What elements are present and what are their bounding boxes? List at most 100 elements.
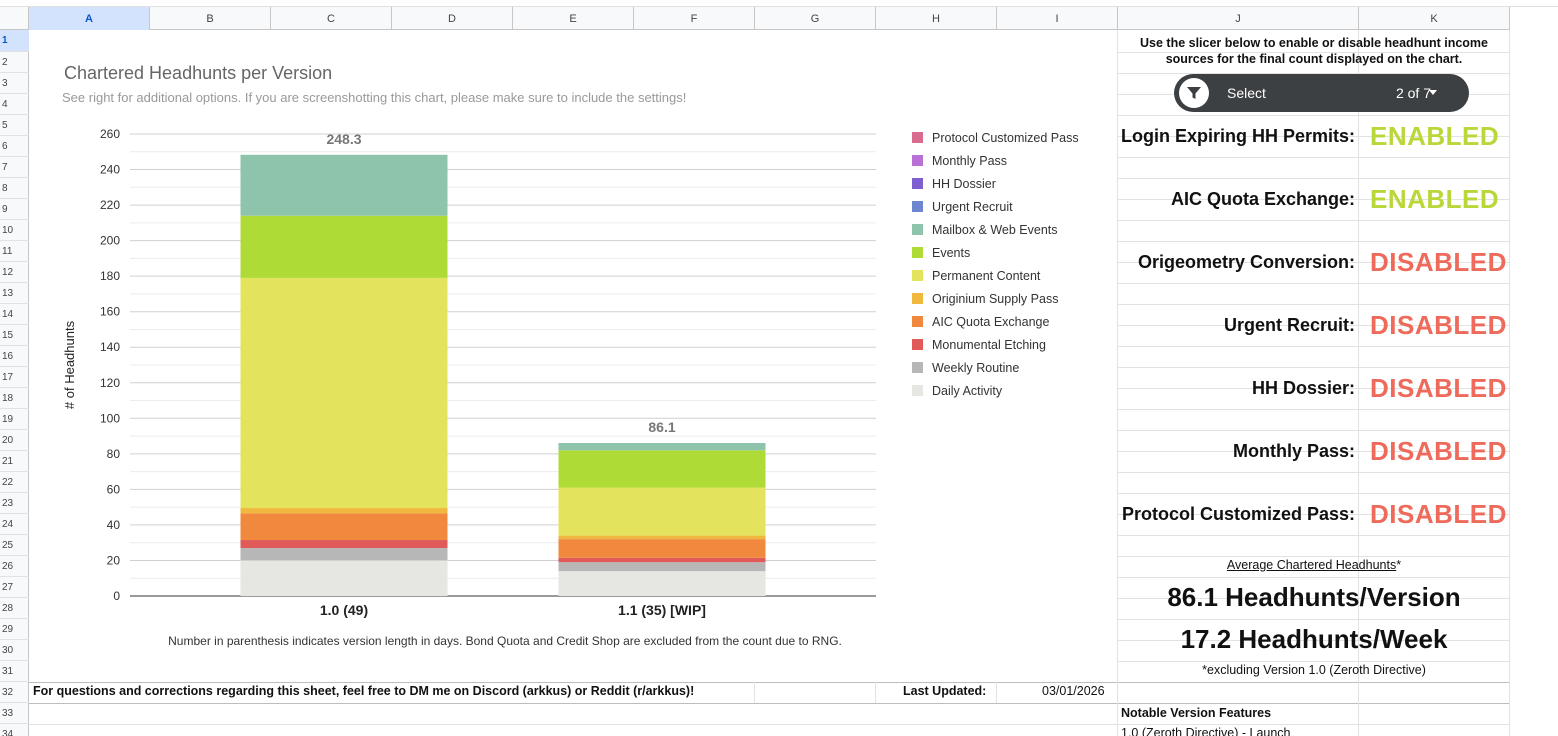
legend-item[interactable]: Monthly Pass [912, 149, 1079, 172]
row-header-16[interactable]: 16 [0, 346, 29, 367]
row-header-3[interactable]: 3 [0, 73, 29, 94]
legend-item[interactable]: Permanent Content [912, 264, 1079, 287]
average-title-text: Average Chartered Headhunts [1226, 558, 1397, 572]
column-header-g[interactable]: G [755, 7, 876, 30]
row-header-25[interactable]: 25 [0, 535, 29, 556]
column-header-j[interactable]: J [1118, 7, 1359, 30]
legend-swatch [912, 155, 923, 166]
row-header-18[interactable]: 18 [0, 388, 29, 409]
legend-item[interactable]: Weekly Routine [912, 356, 1079, 379]
legend-label: Daily Activity [932, 383, 1003, 398]
legend-item[interactable]: Daily Activity [912, 379, 1079, 402]
last-updated-label: Last Updated: [903, 684, 987, 698]
chart-container[interactable]: Chartered Headhunts per Version See righ… [30, 31, 1117, 681]
row-header-11[interactable]: 11 [0, 241, 29, 262]
column-header-h[interactable]: H [876, 7, 997, 30]
legend-swatch [912, 201, 923, 212]
y-axis-label: # of Headhunts [62, 320, 77, 409]
column-header-a[interactable]: A [29, 7, 150, 30]
column-header-e[interactable]: E [513, 7, 634, 30]
legend-label: Monthly Pass [932, 153, 1008, 168]
legend-item[interactable]: AIC Quota Exchange [912, 310, 1079, 333]
row-gridline [1118, 304, 1510, 305]
row-header-23[interactable]: 23 [0, 493, 29, 514]
row-header-22[interactable]: 22 [0, 472, 29, 493]
last-updated-value[interactable]: 03/01/2026 [1042, 684, 1105, 698]
legend-swatch [912, 247, 923, 258]
chevron-down-icon[interactable] [1429, 90, 1437, 95]
column-header-d[interactable]: D [392, 7, 513, 30]
bar-segment [240, 560, 448, 596]
status-row: Origeometry Conversion: DISABLED [1118, 244, 1510, 284]
y-tick-label: 80 [107, 447, 121, 461]
status-value: ENABLED [1370, 121, 1500, 151]
row-header-1[interactable]: 1 [0, 30, 29, 52]
legend-label: Mailbox & Web Events [932, 222, 1058, 237]
legend-item[interactable]: Mailbox & Web Events [912, 218, 1079, 241]
bar-segment [558, 539, 766, 558]
row-header-31[interactable]: 31 [0, 661, 29, 682]
y-tick-label: 140 [100, 340, 120, 354]
row-header-12[interactable]: 12 [0, 262, 29, 283]
column-gridline [754, 682, 755, 703]
row-header-17[interactable]: 17 [0, 367, 29, 388]
row-header-27[interactable]: 27 [0, 577, 29, 598]
legend-item[interactable]: Originium Supply Pass [912, 287, 1079, 310]
legend-label: Events [932, 245, 971, 260]
row-header-32[interactable]: 32 [0, 682, 29, 703]
legend-label: AIC Quota Exchange [932, 314, 1050, 329]
row-header-19[interactable]: 19 [0, 409, 29, 430]
row-header-21[interactable]: 21 [0, 451, 29, 472]
row-header-5[interactable]: 5 [0, 115, 29, 136]
column-header-c[interactable]: C [271, 7, 392, 30]
bar-total-label: 86.1 [648, 419, 675, 435]
column-header-f[interactable]: F [634, 7, 755, 30]
column-header-i[interactable]: I [997, 7, 1118, 30]
row-gridline [1118, 367, 1510, 368]
row-gridline [1118, 619, 1510, 620]
row-header-24[interactable]: 24 [0, 514, 29, 535]
status-row: HH Dossier: DISABLED [1118, 370, 1510, 410]
row-header-7[interactable]: 7 [0, 157, 29, 178]
legend-item[interactable]: HH Dossier [912, 172, 1079, 195]
y-tick-label: 240 [100, 163, 120, 177]
status-value: DISABLED [1370, 373, 1507, 403]
status-label: Protocol Customized Pass: [1121, 504, 1355, 524]
y-tick-label: 40 [107, 518, 121, 532]
row-header-8[interactable]: 8 [0, 178, 29, 199]
row-header-13[interactable]: 13 [0, 283, 29, 304]
legend-item[interactable]: Monumental Etching [912, 333, 1079, 356]
row-header-33[interactable]: 33 [0, 703, 29, 724]
row-header-30[interactable]: 30 [0, 640, 29, 661]
row-header-34[interactable]: 34 [0, 724, 29, 736]
column-header-b[interactable]: B [150, 7, 271, 30]
row-header-29[interactable]: 29 [0, 619, 29, 640]
select-all-corner[interactable] [0, 7, 29, 30]
row-header-15[interactable]: 15 [0, 325, 29, 346]
legend-label: Urgent Recruit [932, 199, 1013, 214]
row-header-14[interactable]: 14 [0, 304, 29, 325]
row-header-6[interactable]: 6 [0, 136, 29, 157]
y-tick-label: 100 [100, 411, 120, 425]
notable-feature-item: 1.0 (Zeroth Directive) - Launch [1121, 726, 1291, 736]
status-label: HH Dossier: [1251, 378, 1355, 398]
legend-item[interactable]: Events [912, 241, 1079, 264]
row-header-4[interactable]: 4 [0, 94, 29, 115]
legend-swatch [912, 362, 923, 373]
row-header-2[interactable]: 2 [0, 52, 29, 73]
row-header-28[interactable]: 28 [0, 598, 29, 619]
row-header-20[interactable]: 20 [0, 430, 29, 451]
row-gridline [29, 682, 1510, 683]
row-header-10[interactable]: 10 [0, 220, 29, 241]
column-gridline [996, 682, 997, 703]
status-row: AIC Quota Exchange: ENABLED [1118, 181, 1510, 221]
row-gridline [1118, 556, 1510, 557]
bar-segment [558, 450, 766, 488]
source-slicer[interactable]: Select 2 of 7 [1174, 74, 1469, 112]
legend-item[interactable]: Protocol Customized Pass [912, 126, 1079, 149]
column-header-k[interactable]: K [1359, 7, 1510, 30]
legend-swatch [912, 132, 923, 143]
legend-item[interactable]: Urgent Recruit [912, 195, 1079, 218]
row-header-9[interactable]: 9 [0, 199, 29, 220]
row-header-26[interactable]: 26 [0, 556, 29, 577]
